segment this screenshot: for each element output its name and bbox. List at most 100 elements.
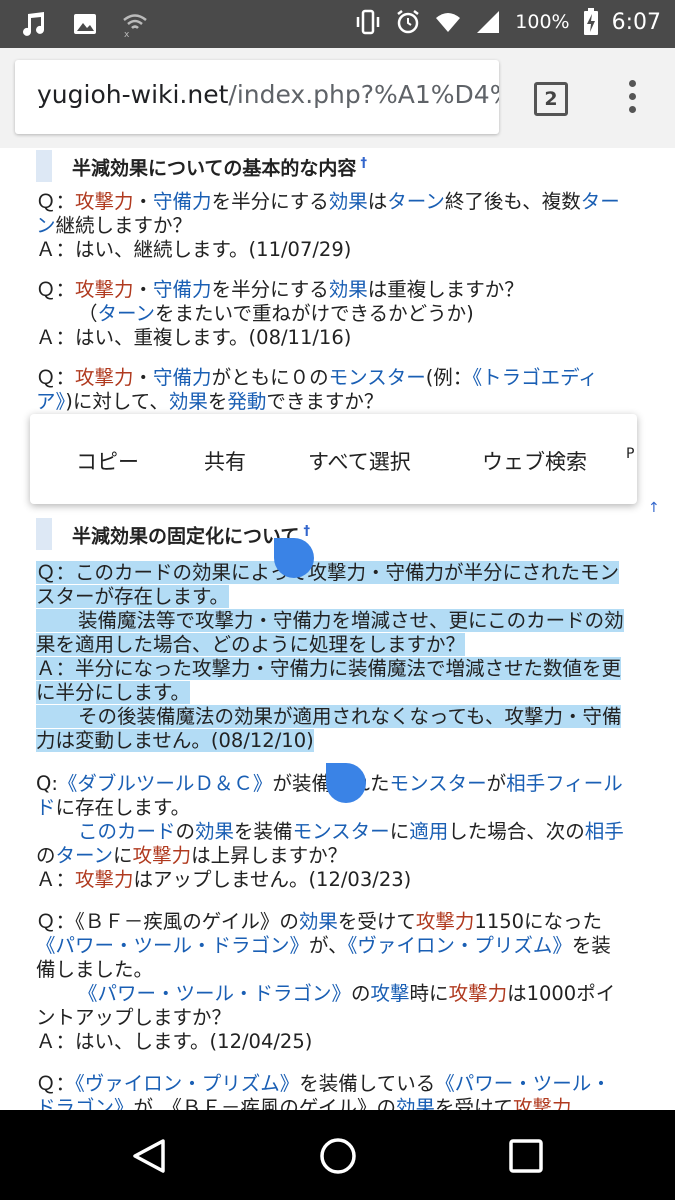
url-host: yugioh-wiki.net: [37, 80, 229, 109]
text-segment: は1000ポイ: [507, 982, 616, 1005]
wiki-link[interactable]: 相手: [585, 820, 624, 843]
selected-text[interactable]: 装備魔法等で攻撃力・守備力を増減させ、更にこのカードの効: [36, 609, 624, 632]
faq-question-line: ン継続しますか？: [36, 214, 662, 238]
text-segment: (例：: [425, 366, 473, 389]
text-segment: できますか？: [266, 390, 384, 413]
selected-text[interactable]: スターが存在します。: [36, 585, 230, 608]
select-all-menu-item[interactable]: すべて選択: [308, 446, 411, 476]
wiki-link[interactable]: 《ヴァイロン・プリズム》: [75, 1072, 299, 1095]
battery-charging-icon: [583, 8, 598, 35]
selected-text[interactable]: 力は変動しません。(08/12/10): [36, 729, 314, 752]
wiki-link[interactable]: ターン: [98, 302, 156, 325]
keyword-link[interactable]: 攻撃力: [75, 278, 134, 301]
text-segment: の: [36, 844, 56, 867]
text-segment: Ｑ：: [36, 190, 76, 213]
wiki-link[interactable]: ドラゴン》: [36, 1096, 134, 1110]
text-segment: を装備している: [299, 1072, 436, 1095]
wiki-link[interactable]: ターン: [387, 190, 445, 213]
wiki-link[interactable]: 《ヴァイロン・プリズム》: [348, 934, 572, 957]
text-segment: ・: [133, 190, 154, 213]
wiki-link[interactable]: 攻撃: [371, 982, 410, 1005]
selected-text[interactable]: その後装備魔法の効果が適用されなくなっても、攻撃力・守備: [36, 705, 622, 728]
text-segment: を受けて: [435, 1096, 514, 1110]
selected-text[interactable]: に半分にします。: [36, 681, 191, 704]
faq-item: Ｑ：攻撃力・守備力がともに０のモンスター(例：《トラゴエディ ア》)に対して、効…: [36, 366, 662, 414]
wiki-link[interactable]: ン: [36, 214, 56, 237]
omnibox[interactable]: yugioh-wiki.net/index.php?%A1%D4%A3: [15, 60, 499, 134]
wiki-link[interactable]: モンスター: [293, 820, 390, 843]
wiki-link[interactable]: 効果: [396, 1096, 435, 1110]
home-icon[interactable]: [318, 1136, 358, 1176]
alarm-icon: [397, 10, 420, 34]
wiki-link[interactable]: 効果: [169, 390, 208, 413]
more-menu-item[interactable]: P: [626, 446, 636, 462]
wifi-off-icon: x: [123, 14, 147, 38]
text-segment: の: [351, 982, 371, 1005]
keyword-link[interactable]: 攻撃力: [416, 910, 475, 933]
browser-toolbar: yugioh-wiki.net/index.php?%A1%D4%A3 2: [0, 48, 675, 148]
wiki-link[interactable]: 適用: [409, 820, 448, 843]
keyword-link[interactable]: 攻撃力: [449, 982, 508, 1005]
share-menu-item[interactable]: 共有: [204, 446, 246, 476]
wiki-link[interactable]: 相手フィール: [506, 772, 623, 795]
text-segment: がともに０の: [211, 366, 329, 389]
tab-switcher-button[interactable]: 2: [534, 82, 568, 116]
anchor-link[interactable]: †: [360, 156, 367, 171]
wiki-link[interactable]: 守備力: [153, 278, 212, 301]
wiki-link[interactable]: 《トラゴエディ: [472, 366, 597, 389]
text-segment: を半分にする: [211, 190, 329, 213]
back-to-top-link[interactable]: ↑: [648, 500, 660, 516]
text-segment: が: [486, 772, 507, 795]
section-heading-text: 半減効果についての基本的な内容: [72, 157, 357, 180]
wiki-link[interactable]: 《パワー・ツール・ドラゴン》: [78, 982, 351, 1005]
url-text[interactable]: yugioh-wiki.net/index.php?%A1%D4%A3: [37, 80, 499, 109]
faq-question-line: ントアップしますか？: [36, 1006, 662, 1030]
battery-level: 100%: [515, 11, 570, 33]
wiki-link[interactable]: ター: [581, 190, 620, 213]
wiki-link[interactable]: 《パワー・ツール・: [435, 1072, 611, 1095]
wiki-link[interactable]: ターン: [56, 844, 114, 867]
image-icon: [74, 14, 96, 34]
signal-icon: [477, 11, 500, 33]
wiki-link[interactable]: 発動: [227, 390, 266, 413]
wiki-link[interactable]: 効果: [329, 190, 368, 213]
wiki-link[interactable]: ド: [36, 796, 56, 819]
selected-text[interactable]: Ｑ：このカードの効果によって攻撃力・守備力が半分にされたモン: [36, 561, 620, 584]
text-segment: Ｑ：《ＢＦ－疾風のゲイル》の: [36, 910, 299, 933]
text-segment: に: [389, 820, 410, 843]
wiki-link[interactable]: 《パワー・ツール・ドラゴン》: [36, 934, 309, 957]
web-search-menu-item[interactable]: ウェブ検索: [482, 446, 587, 476]
keyword-link[interactable]: 攻撃力: [75, 190, 134, 213]
wiki-link[interactable]: 《ダブルツールＤ＆Ｃ》: [58, 772, 273, 795]
selected-text[interactable]: 果を適用した場合、どのように処理をしますか？: [36, 633, 466, 656]
url-path: /index.php?%A1%D4%A3: [228, 80, 499, 109]
copy-menu-item[interactable]: コピー: [76, 446, 139, 476]
back-icon[interactable]: [130, 1138, 170, 1174]
faq-question-line: Ｑ：攻撃力・守備力を半分にする効果は重複しますか？: [36, 278, 662, 302]
keyword-link[interactable]: 攻撃力: [513, 1096, 572, 1110]
faq-question-line: （ターンをまたいで重ねがけできるかどうか): [36, 302, 662, 326]
text-segment: ・: [133, 366, 154, 389]
wiki-link[interactable]: モンスター: [329, 366, 426, 389]
overflow-menu-icon[interactable]: [624, 80, 640, 120]
wiki-link[interactable]: 効果: [299, 910, 338, 933]
selection-end-handle[interactable]: [326, 763, 366, 803]
recents-icon[interactable]: [508, 1138, 544, 1174]
keyword-link[interactable]: 攻撃力: [133, 844, 192, 867]
keyword-link[interactable]: 攻撃力: [75, 366, 134, 389]
wiki-link[interactable]: 守備力: [153, 190, 212, 213]
wiki-link[interactable]: モンスター: [389, 772, 486, 795]
anchor-link[interactable]: †: [303, 524, 310, 539]
wiki-link[interactable]: このカード: [78, 820, 176, 843]
faq-item: Ｑ：攻撃力・守備力を半分にする効果はターン終了後も、複数ター ン継続しますか？ …: [36, 190, 662, 262]
selected-text[interactable]: Ａ：半分になった攻撃力・守備力に装備魔法で増減させた数値を更: [36, 657, 622, 680]
wiki-link[interactable]: 効果: [195, 820, 234, 843]
faq-question-line: Ｑ：攻撃力・守備力を半分にする効果はターン終了後も、複数ター: [36, 190, 662, 214]
faq-question-line: ドラゴン》が、《ＢＦ－疾風のゲイル》の効果を受けて攻撃力: [36, 1096, 662, 1110]
wiki-link[interactable]: ア》: [36, 390, 65, 413]
wiki-link[interactable]: 守備力: [153, 366, 212, 389]
wiki-link[interactable]: 効果: [329, 278, 368, 301]
keyword-link[interactable]: 攻撃力: [75, 868, 134, 891]
selection-start-handle[interactable]: [274, 538, 314, 578]
faq-item: Ｑ：《ヴァイロン・プリズム》を装備している《パワー・ツール・ ドラゴン》が、《Ｂ…: [36, 1072, 662, 1110]
